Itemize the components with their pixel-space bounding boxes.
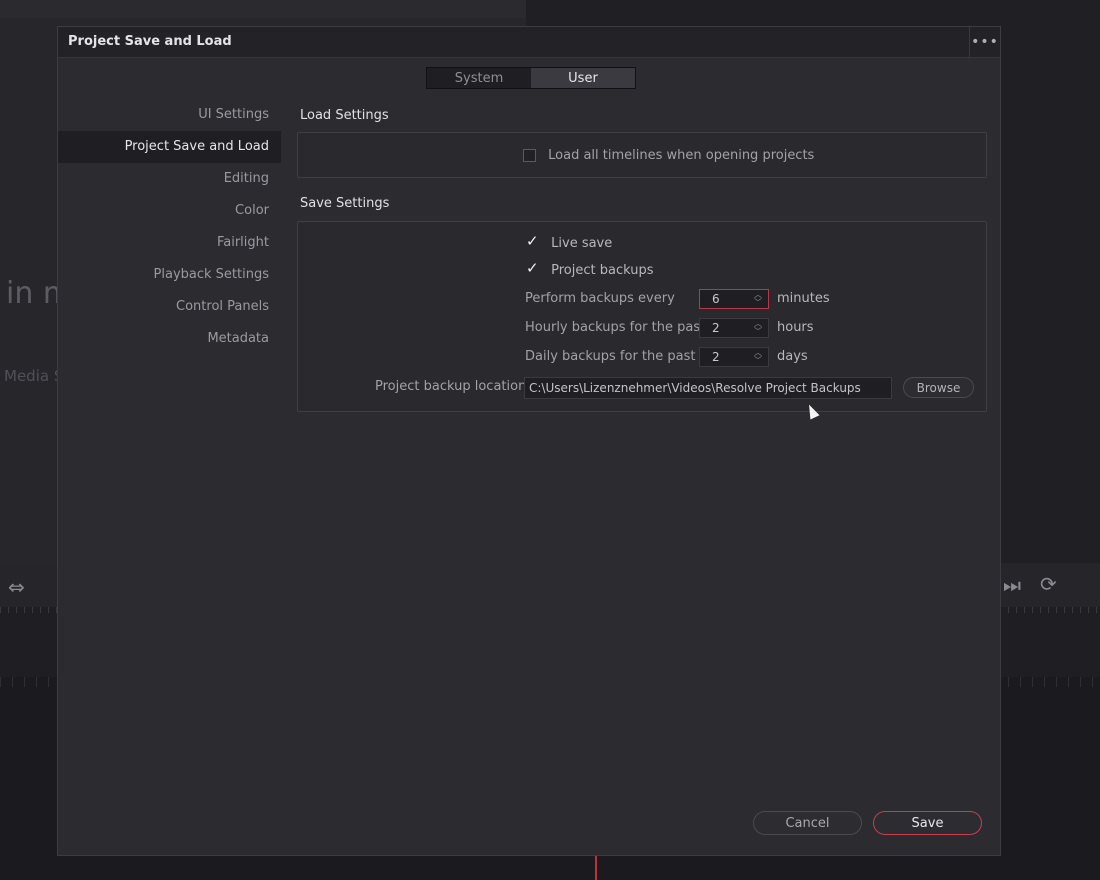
- settings-sidebar: UI Settings Project Save and Load Editin…: [58, 99, 281, 355]
- project-backups-checkbox[interactable]: [526, 259, 539, 277]
- tab-system[interactable]: System: [427, 68, 531, 88]
- backup-location-field[interactable]: C:\Users\Lizenznehmer\Videos\Resolve Pro…: [524, 377, 892, 399]
- dialog-titlebar: Project Save and Load •••: [58, 27, 1000, 58]
- backup-location-label: Project backup location: [375, 379, 527, 394]
- sidebar-item-editing[interactable]: Editing: [58, 163, 281, 195]
- live-save-checkbox[interactable]: [526, 232, 539, 250]
- more-options-button[interactable]: •••: [969, 27, 1000, 57]
- hourly-backups-label: Hourly backups for the past: [525, 320, 706, 335]
- save-button[interactable]: Save: [873, 811, 982, 835]
- skip-to-end-icon[interactable]: ⏭: [1003, 573, 1021, 597]
- daily-backups-unit: days: [777, 349, 808, 364]
- daily-backups-label: Daily backups for the past: [525, 349, 696, 364]
- stepper-arrows-icon[interactable]: ︿ ﹀: [752, 290, 764, 308]
- tab-user[interactable]: User: [531, 68, 635, 88]
- daily-backups-value: 2: [712, 350, 720, 364]
- hourly-backups-value: 2: [712, 321, 720, 335]
- project-settings-dialog: Project Save and Load ••• System User UI…: [57, 26, 1001, 856]
- live-save-row[interactable]: Live save: [526, 232, 613, 251]
- background-media-text: Media S: [4, 367, 64, 385]
- live-save-label: Live save: [551, 236, 613, 251]
- load-settings-box: Load all timelines when opening projects: [297, 132, 987, 178]
- sidebar-item-fairlight[interactable]: Fairlight: [58, 227, 281, 259]
- cancel-button[interactable]: Cancel: [753, 811, 862, 835]
- project-backups-label: Project backups: [551, 263, 654, 278]
- hourly-backups-unit: hours: [777, 320, 814, 335]
- daily-backups-stepper[interactable]: 2 ︿ ﹀: [699, 347, 769, 367]
- load-all-timelines-label: Load all timelines when opening projects: [548, 148, 815, 163]
- loop-icon[interactable]: ⟳: [1040, 572, 1057, 596]
- sidebar-item-control-panels[interactable]: Control Panels: [58, 291, 281, 323]
- load-settings-title: Load Settings: [300, 108, 389, 123]
- clip-mode-icon[interactable]: ⇔: [8, 575, 25, 599]
- project-backups-row[interactable]: Project backups: [526, 259, 654, 278]
- more-horizontal-icon: •••: [971, 34, 999, 50]
- background-panel-header: [0, 0, 526, 19]
- settings-scope-tabs: System User: [426, 67, 636, 89]
- perform-backups-stepper[interactable]: 6 ︿ ﹀: [699, 289, 769, 309]
- browse-button[interactable]: Browse: [903, 377, 974, 398]
- perform-backups-value: 6: [712, 292, 720, 306]
- dialog-title: Project Save and Load: [68, 34, 232, 49]
- hourly-backups-stepper[interactable]: 2 ︿ ﹀: [699, 318, 769, 338]
- sidebar-item-metadata[interactable]: Metadata: [58, 323, 281, 355]
- load-all-timelines-checkbox[interactable]: [523, 149, 536, 162]
- sidebar-item-ui-settings[interactable]: UI Settings: [58, 99, 281, 131]
- stepper-arrows-icon[interactable]: ︿ ﹀: [752, 319, 764, 337]
- sidebar-item-color[interactable]: Color: [58, 195, 281, 227]
- perform-backups-unit: minutes: [777, 291, 830, 306]
- save-settings-title: Save Settings: [300, 196, 390, 211]
- perform-backups-label: Perform backups every: [525, 291, 675, 306]
- sidebar-item-playback-settings[interactable]: Playback Settings: [58, 259, 281, 291]
- load-all-timelines-row[interactable]: Load all timelines when opening projects: [523, 148, 814, 163]
- sidebar-item-project-save-and-load[interactable]: Project Save and Load: [58, 131, 281, 163]
- timeline-playhead[interactable]: [595, 856, 597, 880]
- stepper-arrows-icon[interactable]: ︿ ﹀: [752, 348, 764, 366]
